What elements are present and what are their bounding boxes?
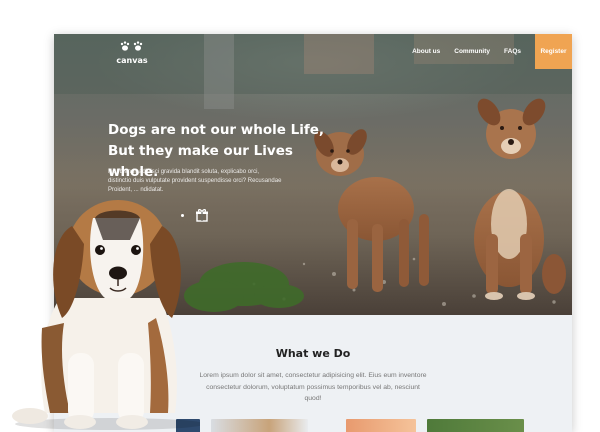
- nav-faqs-link[interactable]: FAQs: [504, 48, 521, 55]
- service-card-thumbnail[interactable]: [211, 419, 308, 432]
- service-card-thumbnail[interactable]: [346, 419, 416, 432]
- hero-headline-line1: Dogs are not our whole Life,: [108, 122, 325, 138]
- paw-icon: [110, 40, 154, 56]
- main-nav: About us Community FAQs Register: [412, 34, 572, 69]
- register-button[interactable]: Register: [535, 34, 572, 69]
- nav-community-link[interactable]: Community: [454, 48, 490, 55]
- section-body: Lorem ipsum dolor sit amet, consectetur …: [199, 372, 427, 402]
- service-card-thumbnail[interactable]: [427, 419, 524, 432]
- nav-about-link[interactable]: About us: [412, 48, 440, 55]
- brand-name: canvas: [116, 56, 148, 65]
- brand-logo[interactable]: canvas: [110, 40, 154, 65]
- beagle-puppy-image: [12, 200, 200, 430]
